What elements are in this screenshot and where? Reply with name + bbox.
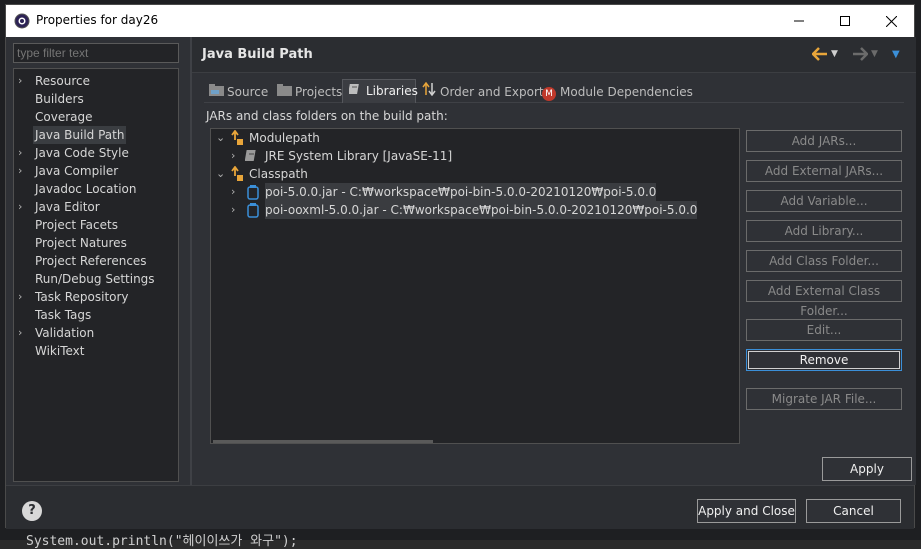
sidebar-tree: › Resource Builders Coverage Java Build P… [13,68,179,482]
module-m-icon: M [542,87,556,101]
order-arrows-icon [421,81,437,104]
add-jars-button[interactable]: Add JARs... [746,130,902,152]
chevron-right-icon[interactable]: › [18,198,30,216]
chevron-right-icon[interactable]: › [231,147,243,165]
view-menu-button[interactable]: ▼ [892,45,900,63]
add-variable-button[interactable]: Add Variable... [746,190,902,212]
forward-arrow-icon [853,47,868,61]
jar-icon [247,185,259,200]
back-arrow-icon [812,47,827,61]
build-path-tree[interactable]: ⌄ Modulepath › JRE System Library [JavaS… [210,128,740,444]
chevron-right-icon[interactable]: › [231,201,243,219]
properties-dialog: Properties for day26 ›Resource Builders … [5,4,916,529]
add-external-class-folder-button[interactable]: Add External Class Folder... [746,280,902,318]
tab-strip: Source Projects Libraries Order and Expo… [204,79,904,103]
classpath-icon [231,166,243,181]
add-external-jars-button[interactable]: Add External JARs... [746,160,902,182]
close-icon [885,15,897,27]
apply-button[interactable]: Apply [822,457,912,481]
apply-and-close-button[interactable]: Apply and Close [697,499,796,523]
tab-source[interactable]: Source [204,81,268,103]
tab-libraries[interactable]: Libraries [342,79,418,103]
source-folder-icon [208,82,224,104]
tab-order-and-export[interactable]: Order and Export [417,81,544,103]
title-bar: Properties for day26 [6,5,914,37]
modulepath-icon [231,130,243,145]
tab-projects[interactable]: Projects [272,81,342,103]
chevron-right-icon[interactable]: › [18,162,30,180]
close-button[interactable] [868,5,914,37]
migrate-jar-button[interactable]: Migrate JAR File... [746,388,902,410]
eclipse-app-icon [14,13,30,29]
section-label: JARs and class folders on the build path… [206,109,448,123]
chevron-right-icon[interactable]: › [18,144,30,162]
filter-input[interactable] [13,43,179,63]
maximize-icon [840,16,850,26]
chevron-down-icon[interactable]: ⌄ [216,129,228,147]
chevron-right-icon[interactable]: › [18,288,30,306]
add-class-folder-button[interactable]: Add Class Folder... [746,250,902,272]
page-header: Java Build Path ▼ ▼ ▼ [192,37,916,73]
chevron-down-icon: ▼ [831,49,838,59]
dialog-footer: ? Apply and Close Cancel [6,485,914,529]
main-pane: Java Build Path ▼ ▼ ▼ Source Projects Li… [192,37,916,485]
page-title: Java Build Path [202,47,313,62]
projects-folder-icon [276,82,292,104]
minimize-button[interactable] [776,5,822,37]
chevron-down-icon[interactable]: ⌄ [216,165,228,183]
chevron-right-icon[interactable]: › [18,324,30,342]
maximize-button[interactable] [822,5,868,37]
library-book-icon [347,81,363,103]
chevron-right-icon[interactable]: › [18,72,30,90]
horizontal-scrollbar[interactable] [213,440,433,443]
chevron-right-icon[interactable]: › [231,183,243,201]
back-button[interactable]: ▼ [812,45,838,63]
sidebar: ›Resource Builders Coverage Java Build P… [6,37,190,485]
edit-button[interactable]: Edit... [746,319,902,341]
library-book-icon [245,150,256,161]
minimize-icon [794,20,804,22]
jar-icon [247,203,259,218]
view-menu-icon: ▼ [892,48,900,60]
add-library-button[interactable]: Add Library... [746,220,902,242]
window-title: Properties for day26 [36,13,159,27]
remove-button[interactable]: Remove [746,349,902,371]
cancel-button[interactable]: Cancel [806,499,901,523]
help-icon[interactable]: ? [22,501,42,521]
tab-module-dependencies[interactable]: M Module Dependencies [538,81,693,103]
forward-button[interactable]: ▼ [852,45,878,63]
chevron-down-icon: ▼ [871,49,878,59]
